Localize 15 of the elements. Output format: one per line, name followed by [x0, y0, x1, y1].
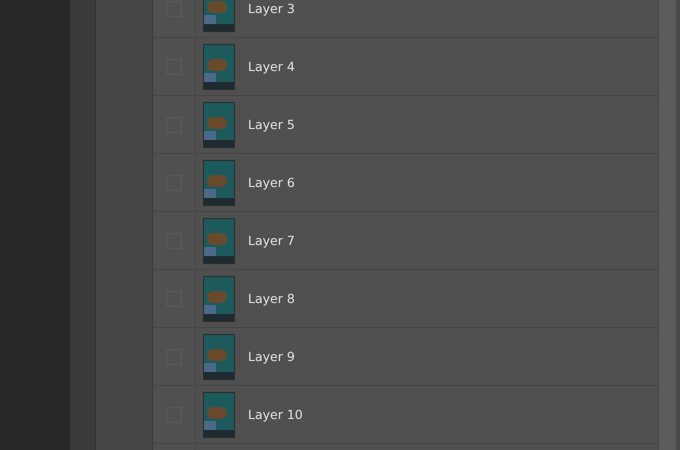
layer-name[interactable]: Layer 4: [248, 59, 295, 74]
layer-name[interactable]: Layer 9: [248, 349, 295, 364]
layer-name[interactable]: Layer 8: [248, 291, 295, 306]
layer-name[interactable]: Layer 3: [248, 1, 295, 16]
photo-thumbnail: [203, 160, 235, 206]
photo-thumbnail: [203, 44, 235, 90]
layer-name[interactable]: Layer 5: [248, 117, 295, 132]
photo-thumbnail: [203, 334, 235, 380]
photo-thumbnail: [203, 102, 235, 148]
photo-thumbnail: [203, 276, 235, 322]
photo-thumbnail: [203, 218, 235, 264]
layer-name[interactable]: Layer 7: [248, 233, 295, 248]
photo-thumbnail: [203, 392, 235, 438]
layer-name[interactable]: Layer 6: [248, 175, 295, 190]
layer-name[interactable]: Layer 10: [248, 407, 303, 422]
